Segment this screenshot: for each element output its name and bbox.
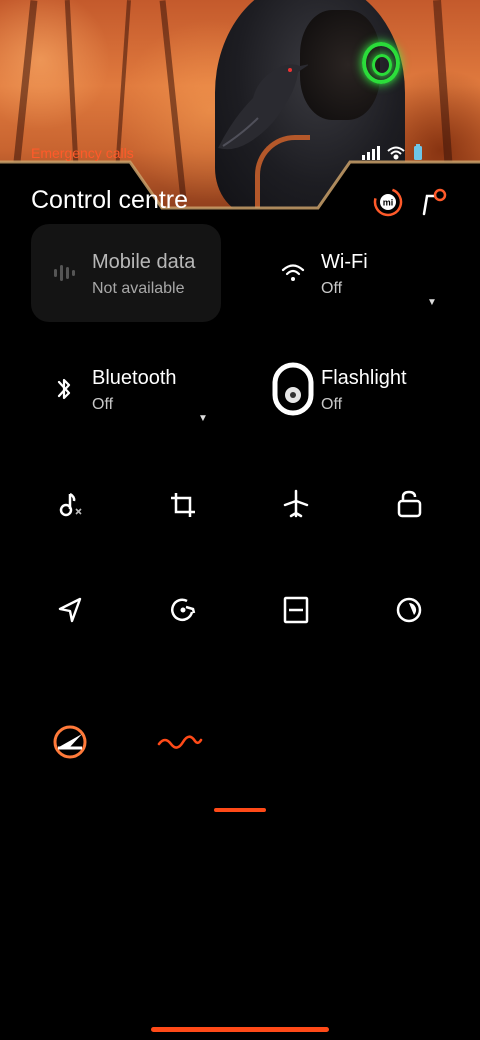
toggle-location[interactable] bbox=[42, 582, 98, 638]
sound-wave-icon bbox=[157, 735, 203, 749]
reading-mode-icon bbox=[283, 596, 309, 624]
auto-rotate-icon bbox=[171, 598, 196, 622]
tile-mobile-data[interactable]: Mobile data Not available bbox=[31, 224, 221, 322]
wifi-expand-caret[interactable]: ▼ bbox=[427, 297, 437, 308]
lock-screen-icon bbox=[397, 490, 422, 518]
flashlight-icon bbox=[272, 362, 314, 416]
toggle-sound-wave[interactable] bbox=[152, 714, 208, 770]
toggle-airplane-mode[interactable] bbox=[268, 476, 324, 532]
toggle-mute[interactable] bbox=[42, 476, 98, 532]
tile-bluetooth-label: Bluetooth bbox=[92, 367, 177, 389]
toggle-game-turbo[interactable] bbox=[42, 714, 98, 770]
panel-drag-handle[interactable] bbox=[214, 808, 266, 812]
emergency-calls-label: Emergency calls bbox=[31, 145, 134, 161]
svg-text:mi: mi bbox=[383, 198, 394, 208]
toggle-reading-mode[interactable] bbox=[268, 582, 324, 638]
mi-account-icon[interactable]: mi bbox=[372, 186, 404, 218]
wifi-icon bbox=[387, 146, 405, 160]
tile-flashlight-status: Off bbox=[321, 396, 343, 413]
battery-icon bbox=[414, 144, 422, 160]
page-title: Control centre bbox=[31, 186, 189, 214]
tile-flashlight[interactable]: Flashlight Off bbox=[260, 340, 450, 438]
airplane-mode-icon bbox=[283, 489, 309, 518]
tile-bluetooth-status: Off bbox=[92, 396, 114, 413]
bluetooth-icon bbox=[57, 378, 71, 400]
edit-icon[interactable] bbox=[418, 186, 450, 218]
gesture-navigation-bar[interactable] bbox=[151, 1027, 329, 1032]
tile-bluetooth[interactable]: Bluetooth Off ▼ bbox=[31, 340, 221, 438]
location-icon bbox=[58, 597, 82, 623]
game-turbo-icon bbox=[53, 725, 87, 759]
tile-wifi[interactable]: Wi-Fi Off ▼ bbox=[260, 224, 450, 322]
signal-icon bbox=[362, 146, 380, 160]
tile-mobile-data-label: Mobile data bbox=[92, 251, 196, 273]
tile-flashlight-label: Flashlight bbox=[321, 367, 407, 389]
bluetooth-expand-caret[interactable]: ▼ bbox=[198, 413, 208, 424]
tile-wifi-label: Wi-Fi bbox=[321, 251, 368, 273]
mobile-data-icon bbox=[54, 265, 75, 281]
tile-mobile-data-status: Not available bbox=[92, 280, 185, 297]
dark-mode-icon bbox=[396, 597, 422, 623]
mute-icon bbox=[59, 492, 82, 517]
screenshot-icon bbox=[171, 493, 195, 517]
tile-wifi-status: Off bbox=[321, 280, 343, 297]
toggle-lock-screen[interactable] bbox=[381, 476, 437, 532]
toggle-dark-mode[interactable] bbox=[381, 582, 437, 638]
toggle-auto-rotate[interactable] bbox=[155, 582, 211, 638]
wifi-icon bbox=[281, 264, 305, 281]
status-icons bbox=[362, 144, 422, 160]
toggle-screenshot[interactable] bbox=[155, 476, 211, 532]
